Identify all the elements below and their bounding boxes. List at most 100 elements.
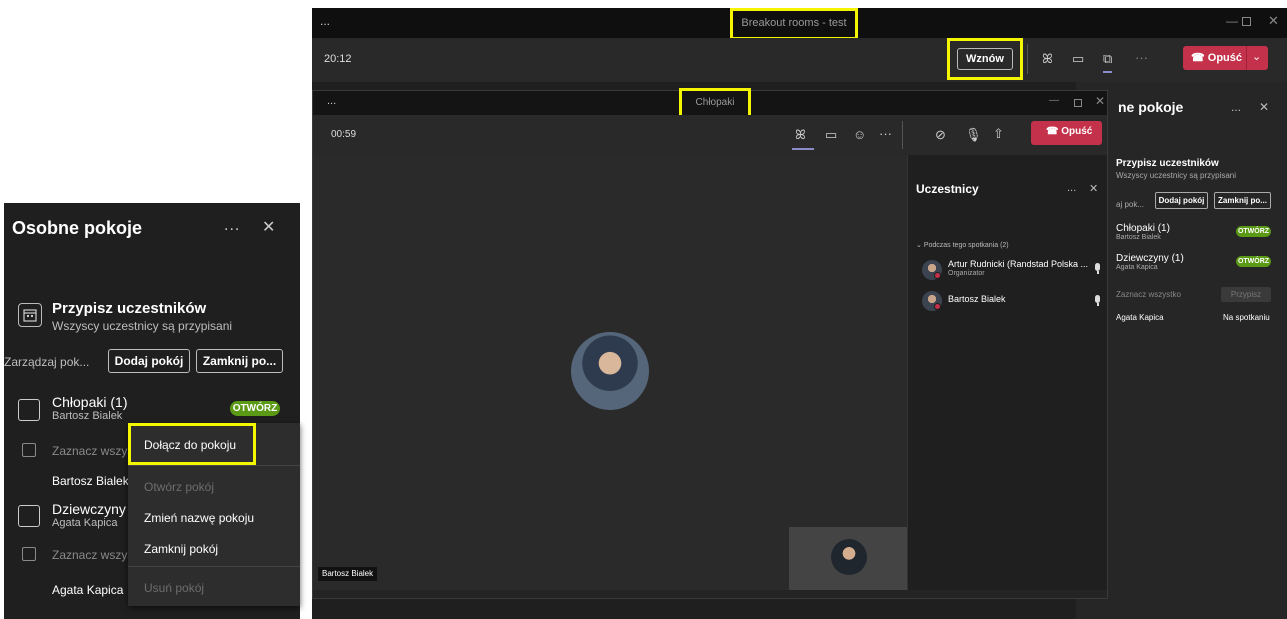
select-all-label[interactable]: Zaznacz wszystko <box>1116 290 1181 299</box>
panel-title: ne pokoje <box>1118 99 1184 115</box>
room-name[interactable]: Dziewczyny (1) <box>1116 253 1184 264</box>
participant-role: Organizator <box>948 270 985 277</box>
leave-label: ☎ Opuść <box>1046 126 1093 137</box>
window-title: Breakout rooms - test <box>741 17 847 29</box>
room-icon <box>18 505 40 527</box>
reactions-icon[interactable]: ☺ <box>853 127 866 142</box>
self-video-preview[interactable] <box>789 527 909 590</box>
add-room-button[interactable]: Dodaj pokój <box>1155 192 1208 209</box>
select-all-checkbox[interactable] <box>22 443 36 457</box>
more-actions-icon[interactable]: ··· <box>879 126 892 141</box>
close-window-icon[interactable]: ✕ <box>1268 13 1279 29</box>
video-stage: Bartosz Bialek <box>313 155 907 590</box>
room-member: Bartosz Bialek <box>52 410 123 422</box>
participant-name[interactable]: Bartosz Bialek <box>948 294 1006 304</box>
maximize-icon[interactable] <box>1242 17 1251 26</box>
menu-join-room[interactable]: Dołącz do pokoju <box>144 438 236 452</box>
participants-icon[interactable]: ꕤ <box>1042 51 1053 67</box>
menu-delete-room[interactable]: Usuń pokój <box>144 581 204 595</box>
panel-title: Osobne pokoje <box>12 218 143 238</box>
room-member: Bartosz Bialek <box>1116 234 1161 241</box>
window-title: Chłopaki <box>695 97 735 108</box>
active-indicator <box>792 148 814 150</box>
room-name[interactable]: Chłopaki (1) <box>52 394 127 410</box>
assign-button[interactable]: Przypisz <box>1221 287 1271 302</box>
chevron-down-icon[interactable]: ⌄ <box>1252 50 1261 63</box>
teams-meeting-window: ... Breakout rooms - test — ✕ 20:12 Wznó… <box>312 8 1287 619</box>
breakout-rooms-icon[interactable]: ⧉ <box>1103 51 1113 73</box>
close-rooms-button[interactable]: Zamknij po... <box>196 349 283 373</box>
section-header[interactable]: ⌄ Podczas tego spotkania (2) <box>916 241 1009 249</box>
self-avatar <box>831 539 867 575</box>
manage-rooms-label: Zarządzaj pok... <box>4 355 90 369</box>
divider <box>1246 46 1247 70</box>
participant-name[interactable]: Bartosz Bialek <box>52 474 129 488</box>
close-icon[interactable]: ✕ <box>1259 100 1269 114</box>
room-member: Agata Kapica <box>1116 264 1158 271</box>
room-name[interactable]: Chłopaki (1) <box>1116 223 1170 234</box>
participants-panel: Uczestnicy ... ✕ ⌄ Podczas tego spotkani… <box>907 155 1107 590</box>
add-room-button[interactable]: Dodaj pokój <box>108 349 190 373</box>
chat-icon[interactable]: ▭ <box>1072 51 1084 67</box>
close-window-icon[interactable]: ✕ <box>1095 94 1105 108</box>
leave-button[interactable]: ☎ Opuść ⌄ <box>1183 46 1268 70</box>
menu-divider <box>128 566 300 567</box>
meeting-toolbar: 20:12 Wznów ꕤ ▭ ⧉ ··· ☎ Opuść ⌄ <box>312 38 1287 82</box>
menu-divider <box>128 465 300 466</box>
menu-rename-room[interactable]: Zmień nazwę pokoju <box>144 511 254 525</box>
close-icon[interactable]: ✕ <box>1089 182 1098 195</box>
microphone-icon <box>1095 263 1100 274</box>
menu-open-room[interactable]: Otwórz pokój <box>144 480 214 494</box>
meeting-timer: 00:59 <box>331 129 357 140</box>
more-options-icon[interactable]: ... <box>1231 100 1241 114</box>
assign-participants-subtitle: Wszyscy uczestnicy są przypisani <box>1116 171 1237 180</box>
status-dot <box>934 303 941 310</box>
participant-name[interactable]: Artur Rudnicki (Randstad Polska ... <box>948 259 1088 269</box>
select-all-label: Zaznacz wszyst <box>52 444 137 458</box>
microphone-icon[interactable]: 🎙︎ <box>965 127 982 143</box>
camera-off-icon[interactable]: ⊘ <box>935 127 946 143</box>
room-icon <box>18 399 40 421</box>
microphone-icon <box>1095 295 1100 306</box>
room-name[interactable]: Dziewczyny ( <box>52 501 134 517</box>
more-options-icon[interactable]: ... <box>327 95 336 107</box>
panel-title: Uczestnicy <box>916 182 979 196</box>
participant-name-tag: Bartosz Bialek <box>318 567 378 581</box>
window-title-highlight: Breakout rooms - test <box>730 8 858 40</box>
select-all-checkbox[interactable] <box>22 547 36 561</box>
participants-icon[interactable]: ꕤ <box>795 127 806 143</box>
meeting-timer: 20:12 <box>324 53 352 65</box>
leave-button[interactable]: ☎ Opuść <box>1031 121 1102 145</box>
share-screen-icon[interactable]: ⇧ <box>993 126 1004 142</box>
more-actions-icon[interactable]: ··· <box>1135 50 1148 65</box>
assign-participants-subtitle: Wszyscy uczestnicy są przypisani <box>52 319 233 333</box>
menu-close-room[interactable]: Zamknij pokój <box>144 542 218 556</box>
assign-participants-title[interactable]: Przypisz uczestników <box>52 300 206 317</box>
select-all-label: Zaznacz wszyst <box>52 548 137 562</box>
resume-highlight: Wznów <box>947 38 1023 80</box>
more-options-icon[interactable]: ... <box>224 217 240 235</box>
close-icon[interactable]: ✕ <box>262 217 275 237</box>
participant-avatar <box>571 332 649 410</box>
participant-name: Agata Kapica <box>1116 313 1164 322</box>
open-status-badge: OTWÓRZ <box>1236 226 1271 237</box>
status-dot <box>934 272 941 279</box>
title-bar: ... Chłopaki — ✕ <box>313 88 1107 120</box>
minimize-icon[interactable]: — <box>1226 14 1238 28</box>
calendar-assign-icon[interactable] <box>18 303 42 327</box>
assign-participants-title[interactable]: Przypisz uczestników <box>1116 158 1219 169</box>
window-title-highlight: Chłopaki <box>679 88 751 120</box>
chat-icon[interactable]: ▭ <box>825 127 837 143</box>
more-options-icon[interactable]: ... <box>320 14 330 28</box>
manage-rooms-label: aj pok... <box>1116 200 1145 209</box>
more-options-icon[interactable]: ... <box>1067 182 1076 194</box>
open-status-badge: OTWÓRZ <box>230 401 280 416</box>
close-rooms-button[interactable]: Zamknij po... <box>1214 192 1271 209</box>
participant-name[interactable]: Agata Kapica <box>52 583 123 597</box>
maximize-icon[interactable] <box>1074 99 1082 107</box>
open-status-badge: OTWÓRZ <box>1236 256 1271 267</box>
resume-button[interactable]: Wznów <box>957 48 1013 70</box>
room-context-menu: Dołącz do pokoju Otwórz pokój Zmień nazw… <box>128 423 300 606</box>
minimize-icon[interactable]: — <box>1049 95 1059 106</box>
leave-label: ☎ Opuść <box>1191 52 1242 64</box>
